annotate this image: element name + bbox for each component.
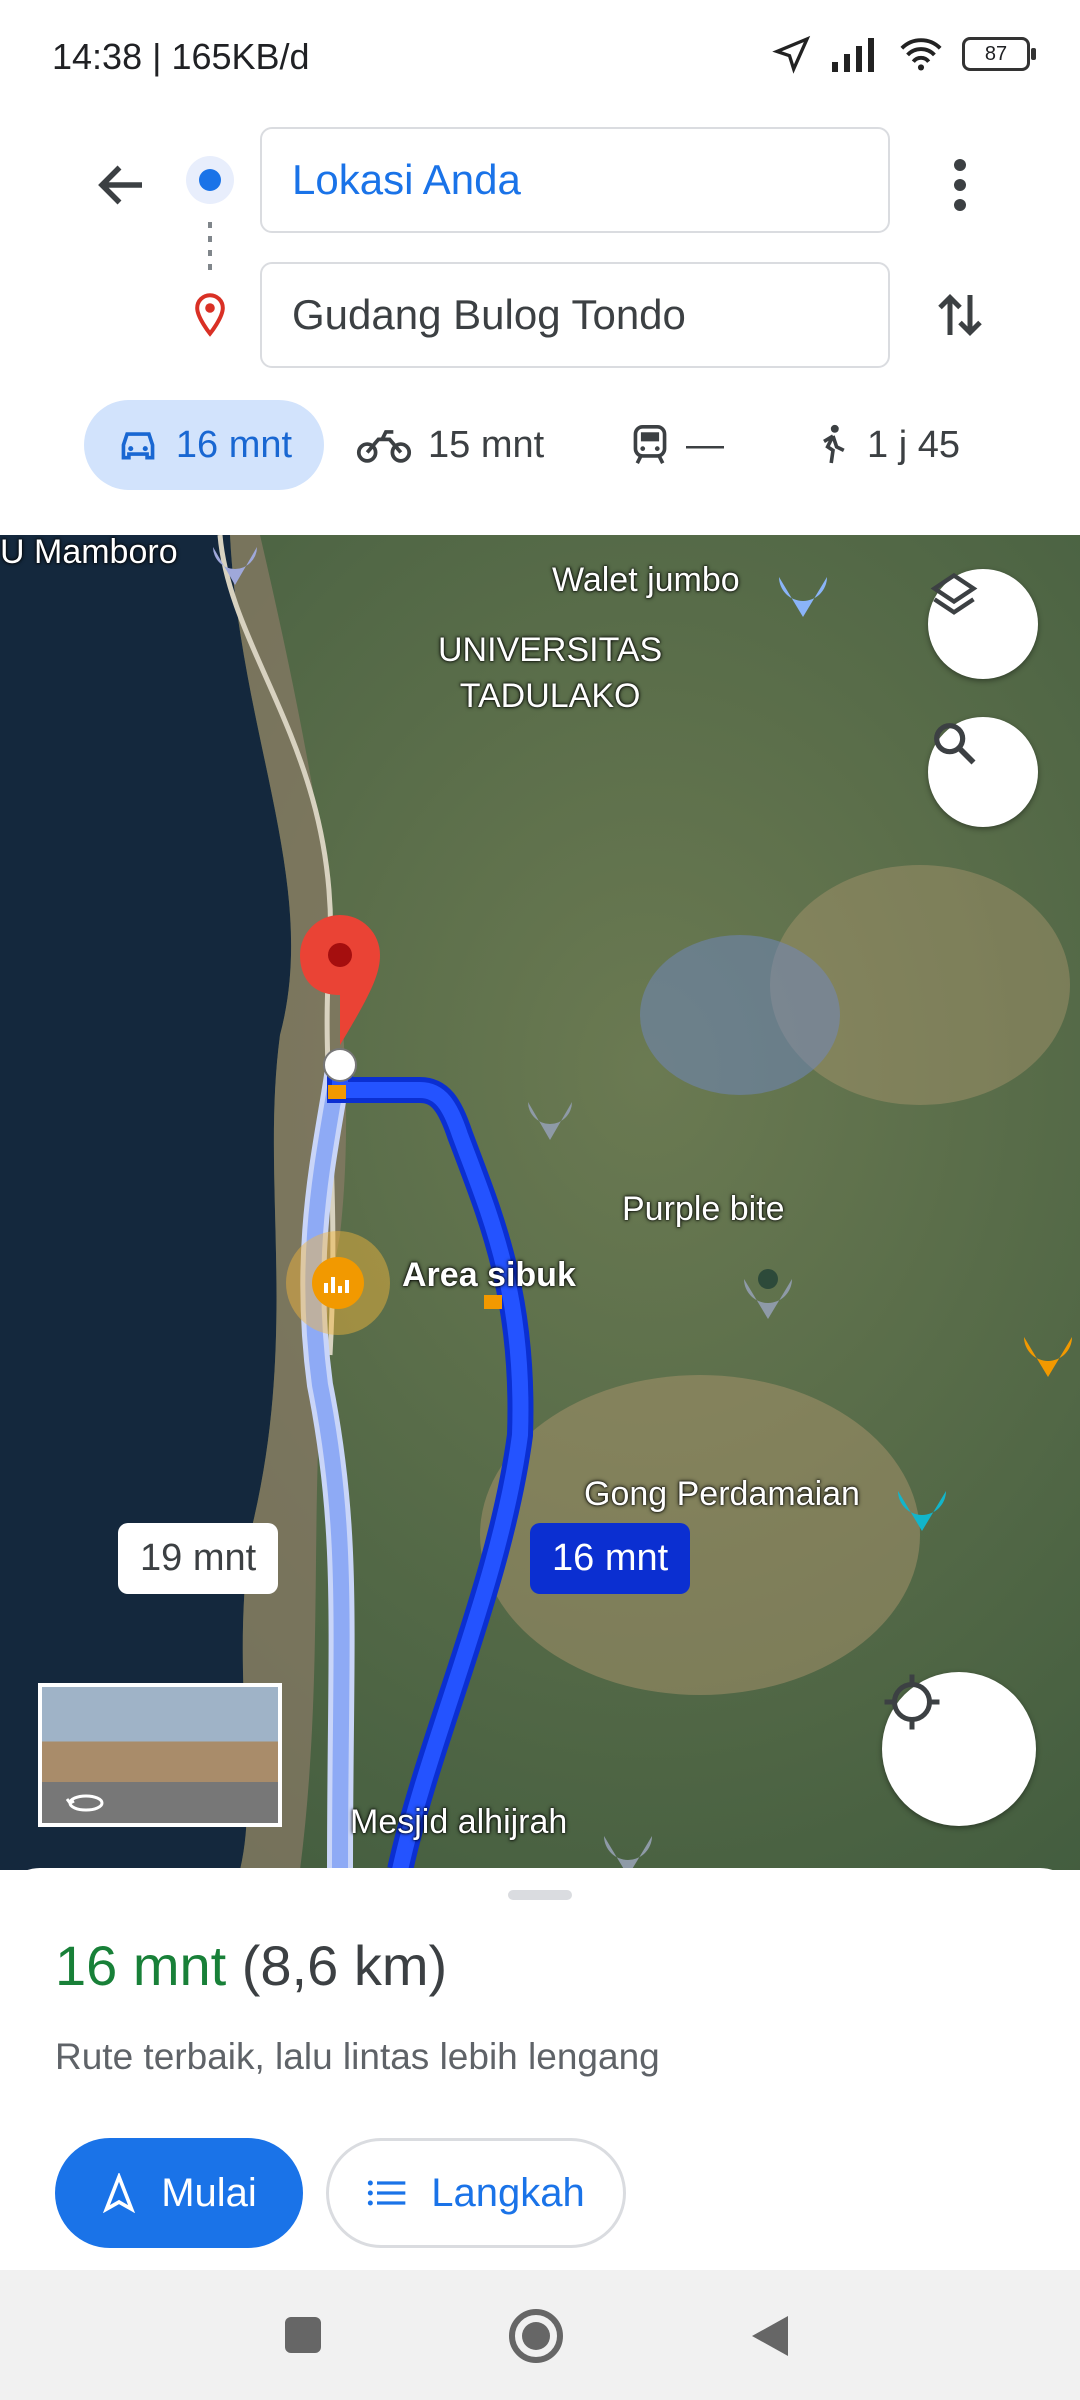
origin-field[interactable]: Lokasi Anda bbox=[260, 127, 890, 233]
mode-motorcycle[interactable]: 15 mnt bbox=[356, 400, 544, 490]
my-location-icon bbox=[884, 1674, 940, 1730]
signal-icon bbox=[832, 38, 874, 72]
steps-button-label: Langkah bbox=[431, 2170, 585, 2215]
alt-route-time-badge[interactable]: 19 mnt bbox=[118, 1523, 279, 1594]
route-description: Rute terbaik, lalu lintas lebih lengang bbox=[55, 2036, 660, 2077]
walk-icon bbox=[823, 424, 845, 464]
system-navigation-bar bbox=[0, 2270, 1080, 2400]
mode-car[interactable]: 16 mnt bbox=[84, 400, 324, 490]
map-label-purple-bite: Purple bite bbox=[622, 1190, 785, 1228]
recent-apps-icon[interactable] bbox=[283, 2315, 323, 2355]
route-summary: 16 mnt (8,6 km) bbox=[55, 1933, 447, 1998]
mode-walk-label: 1 j 45 bbox=[867, 423, 960, 466]
battery-icon: 87 bbox=[962, 37, 1036, 71]
status-time: 14:38 | 165KB/d bbox=[52, 36, 310, 77]
route-distance: (8,6 km) bbox=[241, 1934, 448, 1997]
map-canvas bbox=[0, 535, 1080, 1870]
origin-dot-icon bbox=[186, 156, 234, 204]
navigation-arrow-icon bbox=[103, 2173, 136, 2213]
sheet-drag-handle[interactable] bbox=[508, 1890, 572, 1900]
home-icon[interactable] bbox=[508, 2308, 564, 2364]
destination-field[interactable]: Gudang Bulog Tondo bbox=[260, 262, 890, 368]
map-search-button[interactable] bbox=[928, 717, 1038, 827]
back-nav-icon[interactable] bbox=[748, 2312, 792, 2360]
destination-pin-icon bbox=[195, 293, 225, 337]
travel-mode-bar: 16 mnt 15 mnt — 1 j 45 bbox=[0, 400, 1080, 510]
street-view-thumbnail[interactable] bbox=[38, 1683, 282, 1827]
map-label-universitas: UNIVERSITAS TADULAKO bbox=[438, 631, 663, 715]
route-duration: 16 mnt bbox=[55, 1934, 227, 1997]
search-icon bbox=[934, 723, 976, 765]
status-bar: 14:38 | 165KB/d 87 bbox=[0, 0, 1080, 110]
status-icons: 87 bbox=[772, 34, 1036, 74]
street-view-rotate-icon bbox=[66, 1794, 104, 1812]
back-arrow-icon[interactable] bbox=[92, 155, 152, 215]
wifi-icon bbox=[900, 38, 942, 71]
list-icon bbox=[368, 2180, 406, 2206]
start-button-label: Mulai bbox=[161, 2170, 257, 2215]
main-route-time-badge[interactable]: 16 mnt bbox=[530, 1523, 691, 1594]
map-view[interactable]: U Mamboro Walet jumbo UNIVERSITAS TADULA… bbox=[0, 535, 1080, 1870]
map-label-mamboro: U Mamboro bbox=[0, 535, 178, 571]
map-label-gong: Gong Perdamaian bbox=[584, 1475, 860, 1513]
mode-transit-label: — bbox=[686, 423, 724, 466]
map-label-mesjid: Mesjid alhijrah bbox=[350, 1803, 568, 1841]
start-button[interactable]: Mulai bbox=[55, 2138, 303, 2248]
map-label-walet: Walet jumbo bbox=[552, 561, 740, 599]
transit-icon bbox=[633, 425, 667, 464]
motorcycle-icon bbox=[356, 430, 412, 463]
map-label-area-sibuk: Area sibuk bbox=[402, 1256, 576, 1294]
layers-button[interactable] bbox=[928, 569, 1038, 679]
mode-transit[interactable]: — bbox=[630, 400, 724, 490]
my-location-button[interactable] bbox=[882, 1672, 1036, 1826]
layers-icon bbox=[930, 572, 978, 615]
more-options-icon[interactable] bbox=[945, 155, 975, 215]
steps-button[interactable]: Langkah bbox=[326, 2138, 626, 2248]
swap-icon[interactable] bbox=[930, 285, 990, 345]
directions-header: Lokasi Anda Gudang Bulog Tondo 16 mnt 15… bbox=[0, 110, 1080, 530]
car-icon bbox=[121, 432, 155, 460]
mode-car-label: 16 mnt bbox=[175, 423, 293, 466]
mode-motorcycle-label: 15 mnt bbox=[428, 423, 545, 466]
mode-walk[interactable]: 1 j 45 bbox=[815, 400, 960, 490]
route-dots-connector bbox=[208, 222, 212, 276]
route-summary-sheet: 16 mnt (8,6 km) Rute terbaik, lalu linta… bbox=[0, 1868, 1080, 2270]
location-arrow-icon bbox=[772, 35, 811, 74]
